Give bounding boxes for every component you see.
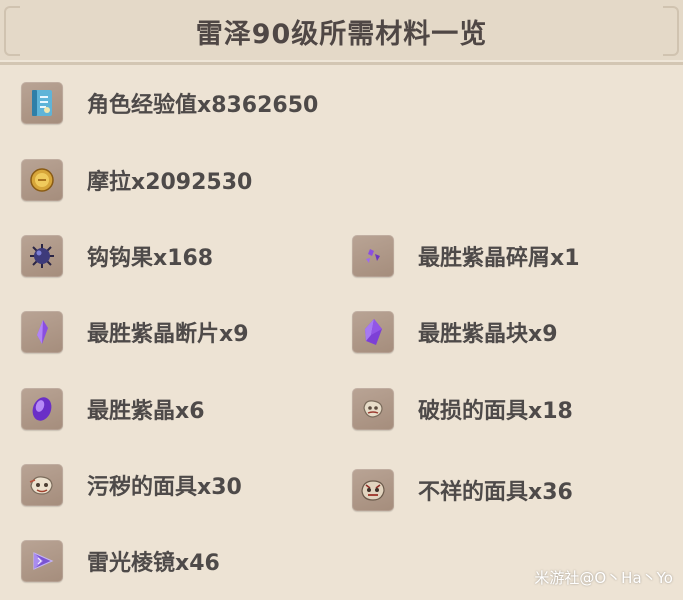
item-label: 雷光棱镜x46 (87, 551, 220, 576)
list-item: 钩钩果x168 (21, 234, 213, 278)
header-corner-right (663, 6, 679, 56)
list-item: 最胜紫晶块x9 (352, 310, 558, 354)
item-label: 最胜紫晶断片x9 (87, 322, 249, 347)
item-label: 最胜紫晶x6 (87, 399, 205, 424)
item-label: 摩拉x2092530 (87, 170, 253, 195)
list-item: 雷光棱镜x46 (21, 539, 220, 583)
lightning-prism-icon (21, 540, 63, 582)
item-label: 污秽的面具x30 (87, 475, 242, 500)
vajrada-amethyst-fragment-icon (21, 311, 63, 353)
item-label: 角色经验值x8362650 (87, 93, 319, 118)
list-item: 摩拉x2092530 (21, 158, 252, 202)
ominous-mask-icon (352, 469, 394, 511)
item-label: 钩钩果x168 (87, 246, 214, 271)
vajrada-amethyst-chunk-icon (352, 311, 394, 353)
item-label: 最胜紫晶碎屑x1 (418, 246, 580, 271)
list-item: 不祥的面具x36 (352, 468, 573, 512)
item-label: 破损的面具x18 (418, 399, 573, 424)
page-title: 雷泽90级所需材料一览 (195, 19, 488, 50)
stained-mask-icon (21, 464, 63, 506)
header-banner: 雷泽90级所需材料一览 (0, 0, 683, 65)
item-label: 不祥的面具x36 (418, 480, 573, 505)
wolfhook-fruit-icon (21, 235, 63, 277)
list-item: 最胜紫晶断片x9 (21, 310, 249, 354)
list-item: 最胜紫晶x6 (21, 387, 205, 431)
list-item: 破损的面具x18 (352, 387, 573, 431)
item-label: 最胜紫晶块x9 (418, 322, 558, 347)
list-item: 污秽的面具x30 (21, 463, 242, 507)
hero-wit-exp-book-icon (21, 82, 63, 124)
watermark: 米游社@O丶Ha丶Yo (534, 569, 673, 587)
vajrada-amethyst-gemstone-icon (21, 388, 63, 430)
mora-coin-icon (21, 159, 63, 201)
list-item: 角色经验值x8362650 (21, 81, 318, 125)
list-item: 最胜紫晶碎屑x1 (352, 234, 580, 278)
vajrada-amethyst-sliver-icon (352, 235, 394, 277)
damaged-mask-icon (352, 388, 394, 430)
